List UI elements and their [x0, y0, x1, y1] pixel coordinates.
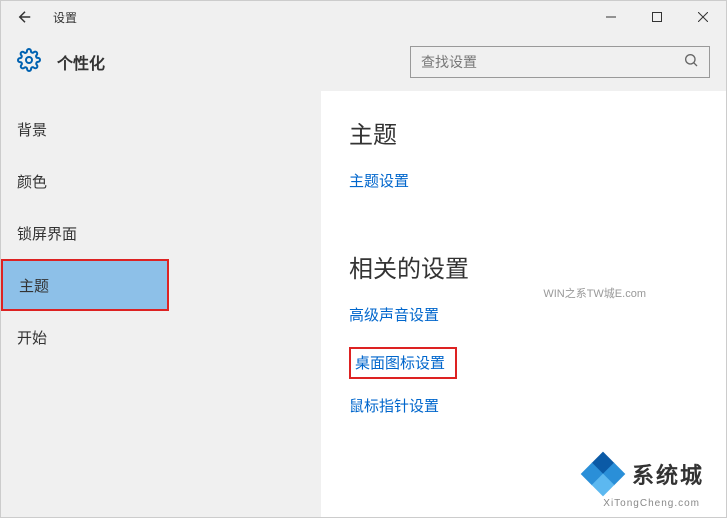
- sidebar-item-themes[interactable]: 主题: [1, 259, 169, 311]
- watermark-brand: 系统城: [632, 458, 704, 490]
- watermark-url: XiTongCheng.com: [603, 498, 700, 509]
- close-button[interactable]: [680, 1, 726, 33]
- sidebar-item-start[interactable]: 开始: [1, 311, 321, 363]
- category-title: 个性化: [57, 50, 105, 74]
- sidebar-item-colors[interactable]: 颜色: [1, 155, 321, 207]
- advanced-sound-link[interactable]: 高级声音设置: [349, 304, 439, 325]
- logo-icon: [580, 451, 626, 497]
- gear-icon: [17, 48, 41, 77]
- theme-settings-link[interactable]: 主题设置: [349, 170, 409, 191]
- search-box[interactable]: [410, 46, 710, 78]
- watermark: 系统城: [580, 451, 704, 497]
- search-icon: [683, 52, 699, 73]
- header: 个性化: [1, 33, 726, 91]
- titlebar: 设置: [1, 1, 726, 33]
- section-title-related: 相关的设置: [349, 249, 698, 284]
- search-input[interactable]: [421, 54, 683, 70]
- maximize-button[interactable]: [634, 1, 680, 33]
- watermark-faint: WIN之系TW城E.com: [543, 285, 646, 301]
- sidebar: 背景 颜色 锁屏界面 主题 开始: [1, 91, 321, 517]
- back-button[interactable]: [9, 1, 41, 33]
- desktop-icon-settings-link[interactable]: 桌面图标设置: [349, 347, 457, 379]
- mouse-pointer-link[interactable]: 鼠标指针设置: [349, 395, 439, 416]
- sidebar-item-background[interactable]: 背景: [1, 103, 321, 155]
- section-title-themes: 主题: [349, 115, 698, 150]
- window-title: 设置: [53, 9, 77, 26]
- sidebar-item-lockscreen[interactable]: 锁屏界面: [1, 207, 321, 259]
- minimize-button[interactable]: [588, 1, 634, 33]
